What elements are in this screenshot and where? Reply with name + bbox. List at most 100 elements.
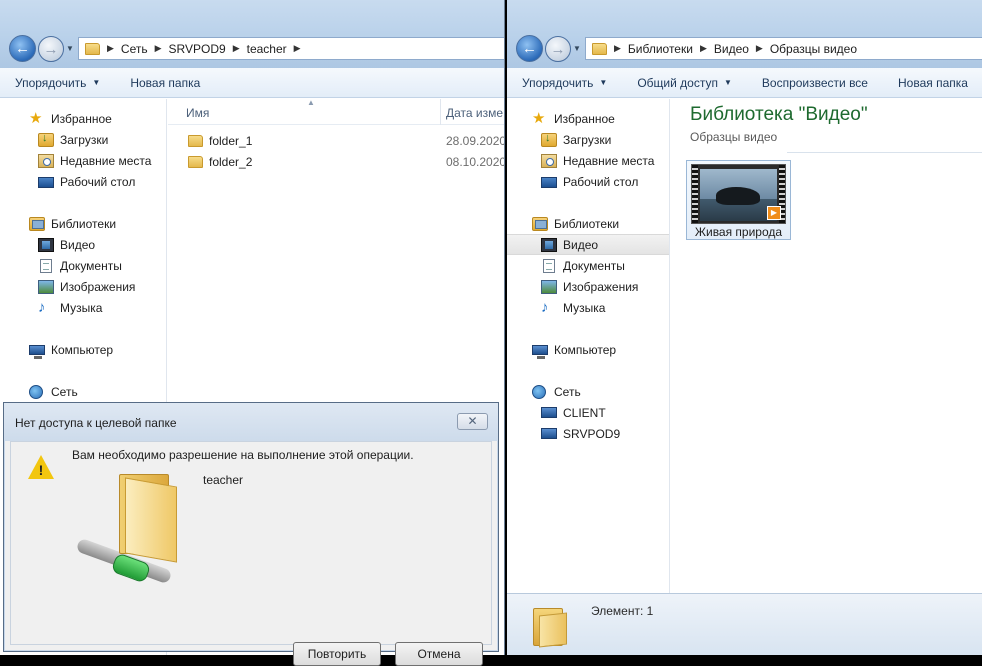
nav-item-recent[interactable]: Недавние места [0, 150, 166, 171]
library-folder-icon [592, 42, 607, 55]
navigation-pane: ★ Избранное Загрузки Недавние места Рабоч… [507, 99, 670, 655]
nav-label: CLIENT [563, 405, 606, 420]
nav-item-video[interactable]: Видео [0, 234, 166, 255]
nav-item-video-selected[interactable]: Видео [507, 234, 669, 255]
nav-label: Музыка [60, 300, 103, 315]
nav-item-images[interactable]: Изображения [507, 276, 669, 297]
organize-button[interactable]: Упорядочить ▼ [507, 68, 622, 97]
nav-item-favorites[interactable]: ★ Избранное [507, 108, 669, 129]
new-folder-label: Новая папка [897, 75, 968, 90]
back-button[interactable]: ← [516, 35, 543, 62]
nav-item-libraries[interactable]: Библиотеки [507, 213, 669, 234]
nav-label: Документы [60, 258, 122, 273]
back-button[interactable]: ← [9, 35, 36, 62]
nav-item-desktop[interactable]: Рабочий стол [0, 171, 166, 192]
warning-exclamation: ! [38, 462, 44, 478]
cancel-button[interactable]: Отмена [395, 642, 483, 666]
new-folder-button[interactable]: Новая папка [883, 68, 982, 97]
downloads-icon [541, 132, 557, 147]
chevron-right-icon[interactable]: ▶ [107, 43, 114, 54]
recent-places-icon [38, 153, 54, 168]
chevron-right-icon[interactable]: ▶ [233, 43, 240, 54]
access-denied-dialog: Нет доступа к целевой папке ✕ ! Вам необ… [3, 402, 499, 666]
chevron-right-icon[interactable]: ▶ [756, 43, 763, 54]
play-all-button[interactable]: Воспроизвести все [747, 68, 883, 97]
nav-label: Сеть [554, 384, 581, 399]
nav-item-client[interactable]: CLIENT [507, 402, 669, 423]
forward-button[interactable]: → [38, 36, 64, 62]
share-button[interactable]: Общий доступ ▼ [622, 68, 747, 97]
computer-icon [541, 428, 557, 439]
folder-front [125, 477, 177, 563]
details-pane: Элемент: 1 [507, 593, 982, 655]
close-button[interactable]: ✕ [457, 413, 488, 430]
address-box[interactable]: ▶ Сеть ▶ SRVPOD9 ▶ teacher ▶ [78, 37, 504, 60]
breadcrumb-teacher[interactable]: teacher [247, 42, 287, 56]
video-tile[interactable]: ▶ Живая природа [686, 160, 791, 240]
recent-pages-dropdown[interactable]: ▼ [66, 44, 74, 53]
nav-item-music[interactable]: ♪ Музыка [507, 297, 669, 318]
nav-item-downloads[interactable]: Загрузки [0, 129, 166, 150]
play-all-label: Воспроизвести все [761, 75, 868, 90]
new-folder-button[interactable]: Новая папка [115, 68, 215, 97]
organize-button[interactable]: Упорядочить ▼ [0, 68, 115, 97]
folder-icon [531, 604, 571, 648]
nav-item-libraries[interactable]: Библиотеки [0, 213, 166, 234]
dialog-title: Нет доступа к целевой папке [15, 416, 177, 430]
file-row[interactable]: folder_2 08.10.2020 [168, 151, 504, 172]
nav-item-computer[interactable]: Компьютер [0, 339, 166, 360]
desktop-icon [38, 177, 54, 188]
dropdown-arrow-icon: ▼ [599, 78, 608, 87]
forward-button[interactable]: → [545, 36, 571, 62]
nav-label: Изображения [60, 279, 136, 294]
chevron-right-icon[interactable]: ▶ [614, 43, 621, 54]
column-divider[interactable] [440, 99, 441, 125]
nav-item-network[interactable]: Сеть [0, 381, 166, 402]
libraries-icon [532, 216, 548, 231]
nav-label: SRVPOD9 [563, 426, 621, 441]
breadcrumb-video[interactable]: Видео [714, 42, 749, 56]
recent-pages-dropdown[interactable]: ▼ [573, 44, 581, 53]
file-name: folder_1 [209, 133, 253, 148]
dialog-titlebar[interactable]: Нет доступа к целевой папке ✕ [4, 403, 498, 441]
nav-label: Избранное [51, 111, 112, 126]
chevron-right-icon[interactable]: ▶ [700, 43, 707, 54]
nav-item-network[interactable]: Сеть [507, 381, 669, 402]
folder-icon [188, 155, 203, 168]
nav-label: Изображения [563, 279, 639, 294]
breadcrumb-sample-videos[interactable]: Образцы видео [770, 42, 857, 56]
nav-label: Недавние места [563, 153, 655, 168]
nav-item-downloads[interactable]: Загрузки [507, 129, 669, 150]
nav-item-documents[interactable]: Документы [507, 255, 669, 276]
nav-item-computer[interactable]: Компьютер [507, 339, 669, 360]
nav-label: Компьютер [51, 342, 114, 357]
chevron-right-icon[interactable]: ▶ [155, 43, 162, 54]
nav-item-desktop[interactable]: Рабочий стол [507, 171, 669, 192]
nav-item-music[interactable]: ♪ Музыка [0, 297, 166, 318]
chevron-right-icon[interactable]: ▶ [294, 43, 301, 54]
video-library-icon [541, 237, 557, 252]
nav-item-documents[interactable]: Документы [0, 255, 166, 276]
music-note-icon: ♪ [541, 298, 549, 316]
nav-item-srvpod9[interactable]: SRVPOD9 [507, 423, 669, 444]
file-date: 08.10.2020 [446, 154, 505, 169]
nav-item-favorites[interactable]: ★ Избранное [0, 108, 166, 129]
computer-icon [29, 344, 45, 359]
breadcrumb-srvpod9[interactable]: SRVPOD9 [169, 42, 226, 56]
network-folder-icon [85, 42, 100, 55]
nav-item-images[interactable]: Изображения [0, 276, 166, 297]
nav-label: Загрузки [60, 132, 109, 147]
star-icon: ★ [532, 109, 546, 127]
breadcrumb-network[interactable]: Сеть [121, 42, 148, 56]
desktop-icon [541, 177, 557, 188]
retry-button[interactable]: Повторить [293, 642, 381, 666]
column-header-name[interactable]: Имя [186, 106, 209, 120]
address-box[interactable]: ▶ Библиотеки ▶ Видео ▶ Образцы видео [585, 37, 982, 60]
breadcrumb-libraries[interactable]: Библиотеки [628, 42, 693, 56]
organize-label: Упорядочить [15, 75, 87, 90]
column-header-date[interactable]: Дата изме [446, 106, 503, 120]
nav-item-recent[interactable]: Недавние места [507, 150, 669, 171]
dialog-body: ! Вам необходимо разрешение на выполнени… [10, 441, 492, 666]
organize-label: Упорядочить [522, 75, 594, 90]
file-row[interactable]: folder_1 28.09.2020 [168, 130, 504, 151]
